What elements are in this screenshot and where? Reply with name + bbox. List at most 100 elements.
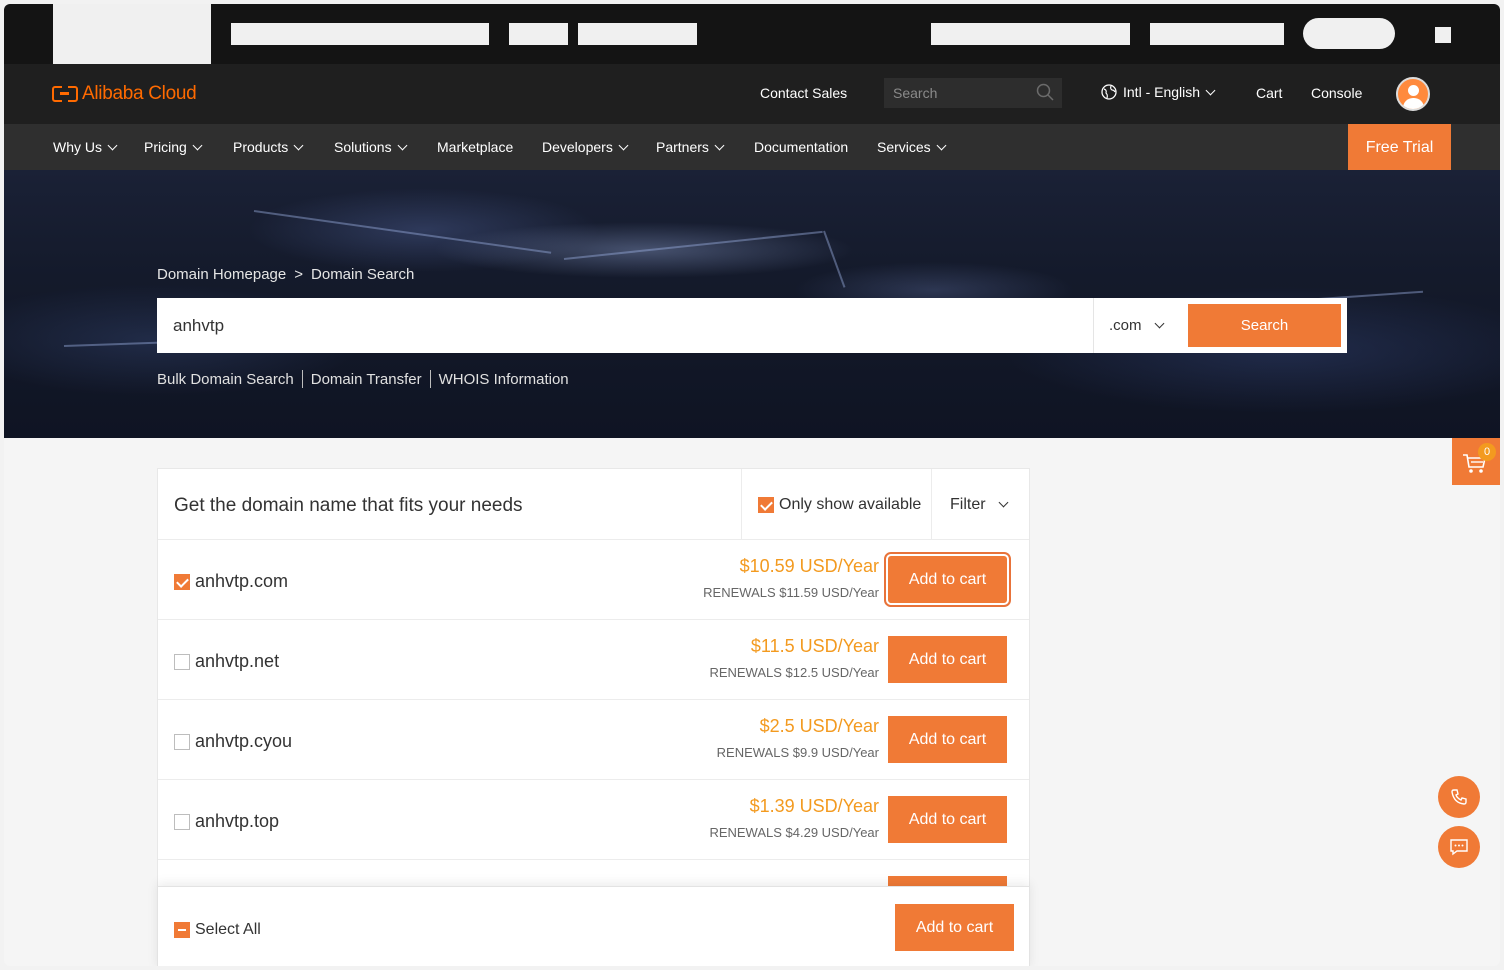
bulk-add-to-cart-button[interactable]: Add to cart [895,904,1014,951]
domain-label: anhvtp.com [195,571,289,591]
globe-icon [1101,84,1117,100]
chevron-down-icon [397,140,408,150]
bulk-domain-search-link[interactable]: Bulk Domain Search [157,371,294,388]
only-available-toggle[interactable]: Only show available [741,469,931,540]
domain-checkbox[interactable] [174,813,190,830]
domain-renewal-price: RENEWALS $4.29 USD/Year [709,825,879,840]
add-to-cart-button[interactable]: Add to cart [888,796,1007,843]
hero-decoration [563,230,823,260]
tld-select[interactable]: .com [1093,298,1187,353]
chevron-down-icon [936,140,947,150]
domain-row: anhvtp.top $1.39 USD/Year RENEWALS $4.29… [158,780,1029,860]
main-nav: Why Us Pricing Products Solutions Market… [4,124,1500,171]
hero-banner: Domain Homepage > Domain Search .com Sea… [4,170,1500,438]
tld-value: .com [1109,317,1142,334]
whois-information-link[interactable]: WHOIS Information [439,371,569,388]
brand-name: Alibaba Cloud [82,83,197,104]
domain-checkbox[interactable] [174,653,190,670]
placeholder-block [578,23,697,45]
chevron-down-icon [998,497,1009,508]
chat-icon [1450,839,1468,856]
domain-row: anhvtp.com $10.59 USD/Year RENEWALS $11.… [158,540,1029,620]
breadcrumb: Domain Homepage > Domain Search [157,266,414,283]
hero-decoration [253,210,552,254]
site-header: Alibaba Cloud Contact Sales Intl - Engli… [4,64,1500,124]
breadcrumb-separator: > [294,266,304,283]
nav-label: Marketplace [437,139,514,155]
phone-support-button[interactable] [1438,776,1480,818]
domain-search-button[interactable]: Search [1188,304,1341,347]
nav-item-pricing[interactable]: Pricing [144,139,203,155]
top-utility-bar [4,4,1500,64]
floating-cart-button[interactable]: 0 [1452,438,1500,485]
nav-label: Developers [542,139,613,155]
nav-item-solutions[interactable]: Solutions [334,139,408,155]
nav-item-documentation[interactable]: Documentation [754,139,848,155]
nav-item-developers[interactable]: Developers [542,139,629,155]
chevron-down-icon [192,140,203,150]
nav-item-partners[interactable]: Partners [656,139,725,155]
domain-checkbox[interactable] [174,573,190,590]
avatar-head [1408,85,1419,96]
results-title: Get the domain name that fits your needs [174,495,523,516]
language-selector[interactable]: Intl - English [1101,84,1216,100]
domain-search-input[interactable] [157,298,1092,353]
chevron-down-icon [293,140,304,150]
domain-transfer-link[interactable]: Domain Transfer [311,371,422,388]
breadcrumb-home[interactable]: Domain Homepage [157,266,286,283]
chat-support-button[interactable] [1438,826,1480,868]
filter-label: Filter [950,495,986,513]
domain-name: anhvtp.net [174,651,279,672]
placeholder-block [509,23,568,45]
phone-icon [1451,789,1467,805]
domain-row: anhvtp.net $11.5 USD/Year RENEWALS $12.5… [158,620,1029,700]
nav-item-why-us[interactable]: Why Us [53,139,118,155]
domain-label: anhvtp.net [195,651,280,671]
add-to-cart-button[interactable]: Add to cart [888,556,1007,603]
only-available-label: Only show available [779,495,922,513]
alibaba-cloud-logo-icon [52,85,78,105]
domain-renewal-price: RENEWALS $11.59 USD/Year [703,585,879,600]
nav-label: Partners [656,139,709,155]
browser-viewport: Alibaba Cloud Contact Sales Intl - Engli… [4,4,1500,966]
nav-label: Services [877,139,931,155]
only-available-checkbox[interactable] [758,496,774,513]
nav-label: Documentation [754,139,849,155]
contact-sales-link[interactable]: Contact Sales [760,85,847,101]
chevron-down-icon [714,140,725,150]
placeholder-block [231,23,489,45]
domain-label: anhvtp.cyou [195,731,293,751]
free-trial-button[interactable]: Free Trial [1348,124,1451,171]
nav-item-marketplace[interactable]: Marketplace [437,139,513,155]
filter-dropdown[interactable]: Filter [931,469,1029,540]
domain-name: anhvtp.com [174,571,288,592]
nav-label: Products [233,139,289,155]
add-to-cart-button[interactable]: Add to cart [888,636,1007,683]
brand-logo[interactable]: Alibaba Cloud [52,83,197,105]
select-all-checkbox[interactable] [174,922,190,938]
domain-renewal-price: RENEWALS $9.9 USD/Year [716,745,879,760]
domain-name: anhvtp.cyou [174,731,292,752]
results-header: Get the domain name that fits your needs… [158,469,1029,540]
nav-label: Solutions [334,139,392,155]
language-label: Intl - English [1123,84,1201,100]
divider [301,370,303,388]
placeholder-block [53,4,211,64]
domain-checkbox[interactable] [174,733,190,750]
cart-link[interactable]: Cart [1256,85,1282,101]
select-all-toggle[interactable]: Select All [174,921,261,939]
chevron-down-icon [618,140,629,150]
chevron-down-icon [1205,85,1216,95]
chevron-down-icon [107,140,118,150]
selection-footer-bar: Select All Add to cart [157,886,1030,966]
console-link[interactable]: Console [1311,85,1362,101]
avatar-body [1403,98,1424,109]
header-search [884,78,1062,108]
nav-item-services[interactable]: Services [877,139,947,155]
select-all-label: Select All [195,921,261,938]
add-to-cart-button[interactable]: Add to cart [888,716,1007,763]
search-icon[interactable] [1036,83,1054,101]
nav-item-products[interactable]: Products [233,139,304,155]
header-search-input[interactable] [884,78,1034,108]
user-avatar[interactable] [1396,77,1430,111]
